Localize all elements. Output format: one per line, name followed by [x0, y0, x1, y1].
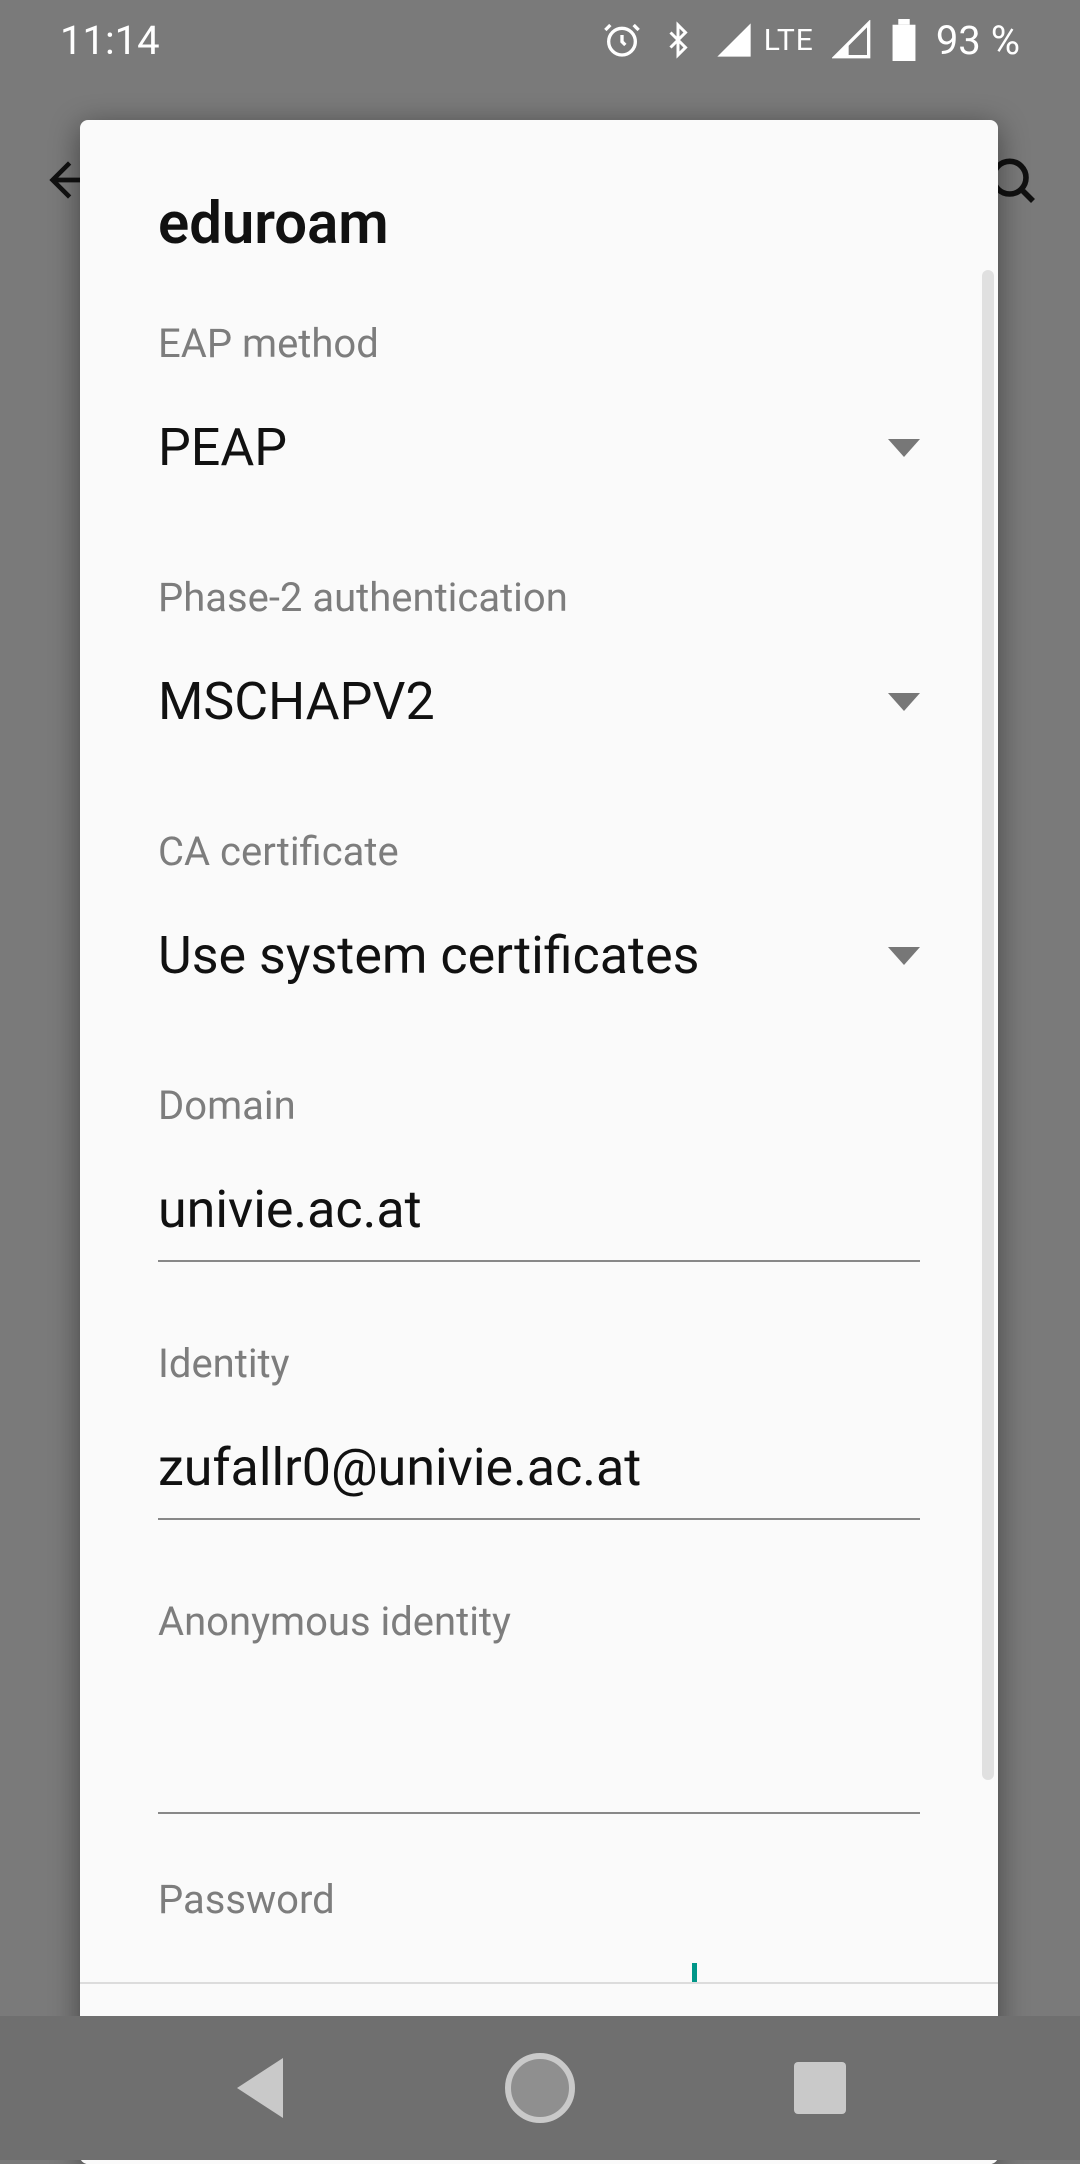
signal-full-icon [714, 20, 754, 60]
wifi-config-dialog: eduroam EAP method PEAP Phase-2 authenti… [80, 120, 998, 2164]
bluetooth-icon [660, 20, 696, 60]
phase2-value: MSCHAPV2 [158, 671, 435, 732]
scrollbar[interactable] [982, 270, 994, 1780]
text-cursor [692, 1963, 697, 1982]
nav-back-button[interactable] [200, 2028, 320, 2148]
signal-empty-icon [832, 20, 872, 60]
domain-input[interactable] [158, 1179, 920, 1262]
chevron-down-icon [888, 947, 920, 965]
home-circle-icon [505, 2053, 575, 2123]
battery-icon [890, 19, 918, 61]
phase2-label: Phase-2 authentication [158, 574, 920, 621]
ca-cert-label: CA certificate [158, 828, 920, 875]
chevron-down-icon [888, 439, 920, 457]
password-mask: •••••••••••••••• [158, 1966, 684, 1982]
status-bar: 11:14 LTE 93 % [0, 0, 1080, 80]
chevron-down-icon [888, 693, 920, 711]
eap-method-select[interactable]: PEAP [158, 417, 920, 478]
lte-label: LTE [764, 23, 814, 58]
identity-label: Identity [158, 1340, 920, 1387]
ca-cert-select[interactable]: Use system certificates [158, 925, 920, 986]
eap-method-value: PEAP [158, 417, 287, 478]
alarm-icon [602, 20, 642, 60]
nav-home-button[interactable] [480, 2028, 600, 2148]
phase2-select[interactable]: MSCHAPV2 [158, 671, 920, 732]
recent-square-icon [794, 2062, 846, 2114]
password-label: Password [158, 1876, 920, 1923]
anonymous-identity-input[interactable] [158, 1695, 920, 1814]
battery-percentage: 93 % [936, 17, 1020, 64]
eap-method-label: EAP method [158, 320, 920, 367]
status-icons: LTE 93 % [602, 17, 1020, 64]
ca-cert-value: Use system certificates [158, 925, 699, 986]
status-time: 11:14 [60, 17, 160, 64]
navigation-bar [0, 2016, 1080, 2160]
password-input[interactable]: •••••••••••••••• [158, 1949, 920, 1982]
anonymous-identity-label: Anonymous identity [158, 1598, 920, 1645]
domain-label: Domain [158, 1082, 920, 1129]
nav-recent-button[interactable] [760, 2028, 880, 2148]
dialog-body[interactable]: eduroam EAP method PEAP Phase-2 authenti… [80, 120, 998, 1982]
back-triangle-icon [237, 2058, 283, 2118]
dialog-title: eduroam [158, 190, 920, 258]
identity-input[interactable] [158, 1437, 920, 1520]
